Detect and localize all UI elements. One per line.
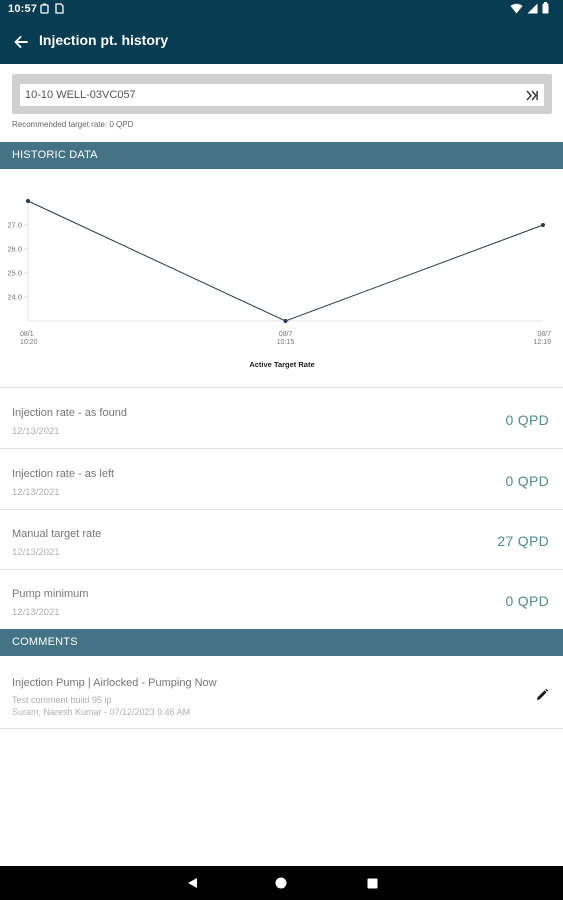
nav-back-icon: [187, 878, 197, 888]
divider: [0, 728, 563, 729]
well-search-input[interactable]: [20, 84, 544, 106]
metric-date: 12/13/2021: [12, 487, 60, 498]
metric-label: Injection rate - as found: [12, 407, 127, 419]
nav-recents-icon: [367, 878, 377, 888]
wifi-icon: [510, 3, 523, 13]
data-point: [541, 223, 545, 227]
metric-label: Pump minimum: [12, 588, 89, 600]
metric-date: 12/13/2021: [12, 547, 60, 558]
metric-value: 0 QPD: [505, 593, 549, 609]
x-tick-label: 10:15: [277, 339, 295, 346]
arrow-back-icon: [14, 36, 28, 48]
metric-value: 0 QPD: [505, 473, 549, 489]
status-time: 10:57: [8, 3, 38, 15]
collapse-arrows-icon[interactable]: [526, 90, 538, 101]
well-selector-panel: [12, 74, 552, 114]
back-button[interactable]: [8, 29, 34, 55]
historic-data-header: HISTORIC DATA: [0, 142, 563, 169]
comment-author: Suram, Naresh Kumar - 07/12/2023 9:46 AM: [12, 707, 191, 717]
comment-title: Injection Pump | Airlocked - Pumping Now: [12, 677, 217, 689]
x-tick-label: 08/7: [537, 331, 551, 338]
signal-icon: [527, 3, 538, 13]
metric-row-injection-as-found: Injection rate - as found 12/13/2021 0 Q…: [0, 388, 563, 448]
comment-item: Injection Pump | Airlocked - Pumping Now…: [0, 656, 563, 728]
notification-dot-icon: [40, 3, 49, 14]
comments-header: COMMENTS: [0, 629, 563, 656]
nav-home-icon: [275, 877, 287, 889]
y-tick-label: 26.0: [7, 245, 22, 254]
status-bar: 10:57: [0, 0, 563, 20]
page-title: Injection pt. history: [39, 32, 169, 48]
metric-date: 12/13/2021: [12, 607, 60, 618]
metric-row-pump-minimum: Pump minimum 12/13/2021 0 QPD: [0, 569, 563, 629]
edit-pencil-icon[interactable]: [535, 688, 549, 702]
y-tick-group: 24.0 25.0 26.0 27.0: [7, 221, 28, 302]
metric-value: 0 QPD: [505, 412, 549, 428]
x-tick-label: 08/1: [20, 331, 34, 338]
data-point: [283, 319, 288, 323]
metric-date: 12/13/2021: [12, 426, 60, 437]
sim-card-icon: [55, 3, 64, 14]
metric-label: Manual target rate: [12, 528, 102, 540]
app-bar: Injection pt. history: [0, 20, 563, 64]
nav-back-button[interactable]: [184, 875, 200, 891]
x-tick-label: 08/7: [279, 331, 293, 338]
comment-text: Test comment build 95 ip: [12, 695, 112, 705]
series-line: [27, 200, 544, 322]
system-nav-bar: [0, 866, 563, 900]
recommended-target-rate: Recommended target rate: 0 QPD: [12, 120, 134, 129]
series-point-group: [26, 199, 545, 323]
metric-value: 27 QPD: [497, 533, 549, 549]
y-tick-label: 25.0: [7, 269, 22, 278]
x-tick-label: 12:19: [533, 339, 551, 346]
nav-recents-button[interactable]: [364, 875, 380, 891]
status-notification-icons: [40, 3, 64, 14]
nav-home-button[interactable]: [273, 875, 289, 891]
x-tick-label: 10:20: [20, 339, 38, 346]
metric-label: Injection rate - as left: [12, 468, 115, 480]
x-tick-group: 08/110:2008/710:1508/712:19: [20, 331, 551, 346]
data-point: [26, 199, 30, 203]
metric-row-manual-target-rate: Manual target rate 12/13/2021 27 QPD: [0, 509, 563, 569]
x-axis-label: Active Target Rate: [249, 360, 314, 369]
y-tick-label: 24.0: [7, 293, 22, 302]
metric-row-injection-as-left: Injection rate - as left 12/13/2021 0 QP…: [0, 449, 563, 509]
y-tick-label: 27.0: [7, 221, 22, 230]
status-system-icons: [510, 2, 549, 14]
historic-line-chart: 24.025.026.027.0 08/110:2008/710:1508/71…: [7, 196, 551, 369]
battery-icon: [542, 2, 549, 14]
